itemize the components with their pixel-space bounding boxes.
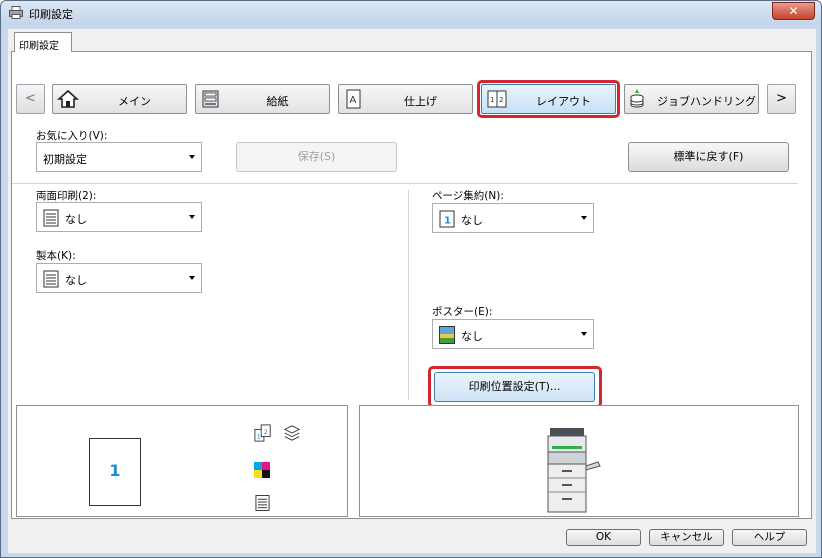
print-position-highlight-frame <box>428 366 602 408</box>
page-icon <box>43 270 59 288</box>
chevron-down-icon <box>581 332 587 336</box>
binding-label: 製本(K): <box>36 250 76 262</box>
color-mode-icon <box>254 462 270 478</box>
ribbon-job-handling-label: ジョブハンドリング <box>657 95 756 108</box>
page-number: 1 <box>109 461 121 480</box>
settings-panel: < メイン 給紙 A 仕上げ 1 2 レイアウト ジョブハンドリング > お気に… <box>11 51 812 519</box>
poster-label: ポスター(E): <box>432 306 493 318</box>
help-button[interactable]: ヘルプ <box>732 529 807 546</box>
reset-defaults-button[interactable]: 標準に戻す(F) <box>628 142 789 172</box>
favorites-value: 初期設定 <box>43 153 87 166</box>
favorites-select[interactable]: 初期設定 <box>36 142 202 172</box>
ribbon-finishing-label: 仕上げ <box>404 95 437 108</box>
svg-text:1: 1 <box>257 433 261 440</box>
section-divider <box>12 183 798 184</box>
svg-text:1: 1 <box>444 216 451 227</box>
dialog-client: 印刷設定 < メイン 給紙 A 仕上げ 1 2 レイアウト ジョブハンドリング … <box>8 29 816 553</box>
home-icon <box>57 89 79 108</box>
duplex-label: 両面印刷(2): <box>36 190 97 202</box>
chevron-down-icon <box>189 155 195 159</box>
svg-text:2: 2 <box>264 429 268 436</box>
nup-value: なし <box>461 214 483 227</box>
favorites-label: お気に入り(V): <box>36 130 108 142</box>
binding-value: なし <box>65 274 87 287</box>
ribbon-main-label: メイン <box>118 95 151 108</box>
document-preview: 1 1 2 <box>16 405 348 517</box>
nup-status-icon: 1 2 <box>254 424 271 442</box>
binding-select[interactable]: なし <box>36 263 202 293</box>
document-status-icon <box>255 495 270 511</box>
printer-machine-icon <box>547 428 601 513</box>
ribbon-finishing-button[interactable]: A 仕上げ <box>338 84 473 114</box>
nup-label: ページ集約(N): <box>432 190 504 202</box>
duplex-value: なし <box>65 213 87 226</box>
chevron-down-icon <box>581 216 587 220</box>
close-button[interactable]: ✕ <box>772 2 815 20</box>
nup-select[interactable]: 1 なし <box>432 203 594 233</box>
save-favorites-button[interactable]: 保存(S) <box>236 142 397 172</box>
finishing-icon: A <box>346 89 361 109</box>
paper-tray-icon <box>202 90 219 108</box>
ribbon-main-button[interactable]: メイン <box>52 84 187 114</box>
cancel-button[interactable]: キャンセル <box>649 529 724 546</box>
page-preview: 1 <box>89 438 141 506</box>
title-bar: 印刷設定 ✕ <box>1 1 821 25</box>
ribbon-job-handling-button[interactable]: ジョブハンドリング <box>624 84 759 114</box>
stack-status-icon <box>283 425 301 441</box>
print-settings-window: 印刷設定 ✕ 印刷設定 < メイン 給紙 A 仕上げ 1 2 レイアウト ジョブ… <box>0 0 822 558</box>
window-title: 印刷設定 <box>29 8 73 21</box>
column-divider <box>408 190 409 400</box>
printer-icon <box>9 6 23 19</box>
duplex-select[interactable]: なし <box>36 202 202 232</box>
chevron-down-icon <box>189 215 195 219</box>
printer-preview <box>359 405 799 517</box>
nav-prev-button[interactable]: < <box>16 84 45 114</box>
svg-text:A: A <box>350 95 357 106</box>
layout-highlight-frame <box>477 80 620 118</box>
poster-image-icon <box>439 326 455 344</box>
nav-next-button[interactable]: > <box>767 84 796 114</box>
page-icon <box>43 209 59 227</box>
tab-print-settings[interactable]: 印刷設定 <box>14 32 72 52</box>
poster-select[interactable]: なし <box>432 319 594 349</box>
single-page-icon: 1 <box>439 210 455 228</box>
chevron-down-icon <box>189 276 195 280</box>
ribbon-paper-label: 給紙 <box>266 95 289 108</box>
poster-value: なし <box>461 330 483 343</box>
ok-button[interactable]: OK <box>566 529 641 546</box>
ribbon-paper-button[interactable]: 給紙 <box>195 84 330 114</box>
job-handling-icon <box>630 89 644 108</box>
